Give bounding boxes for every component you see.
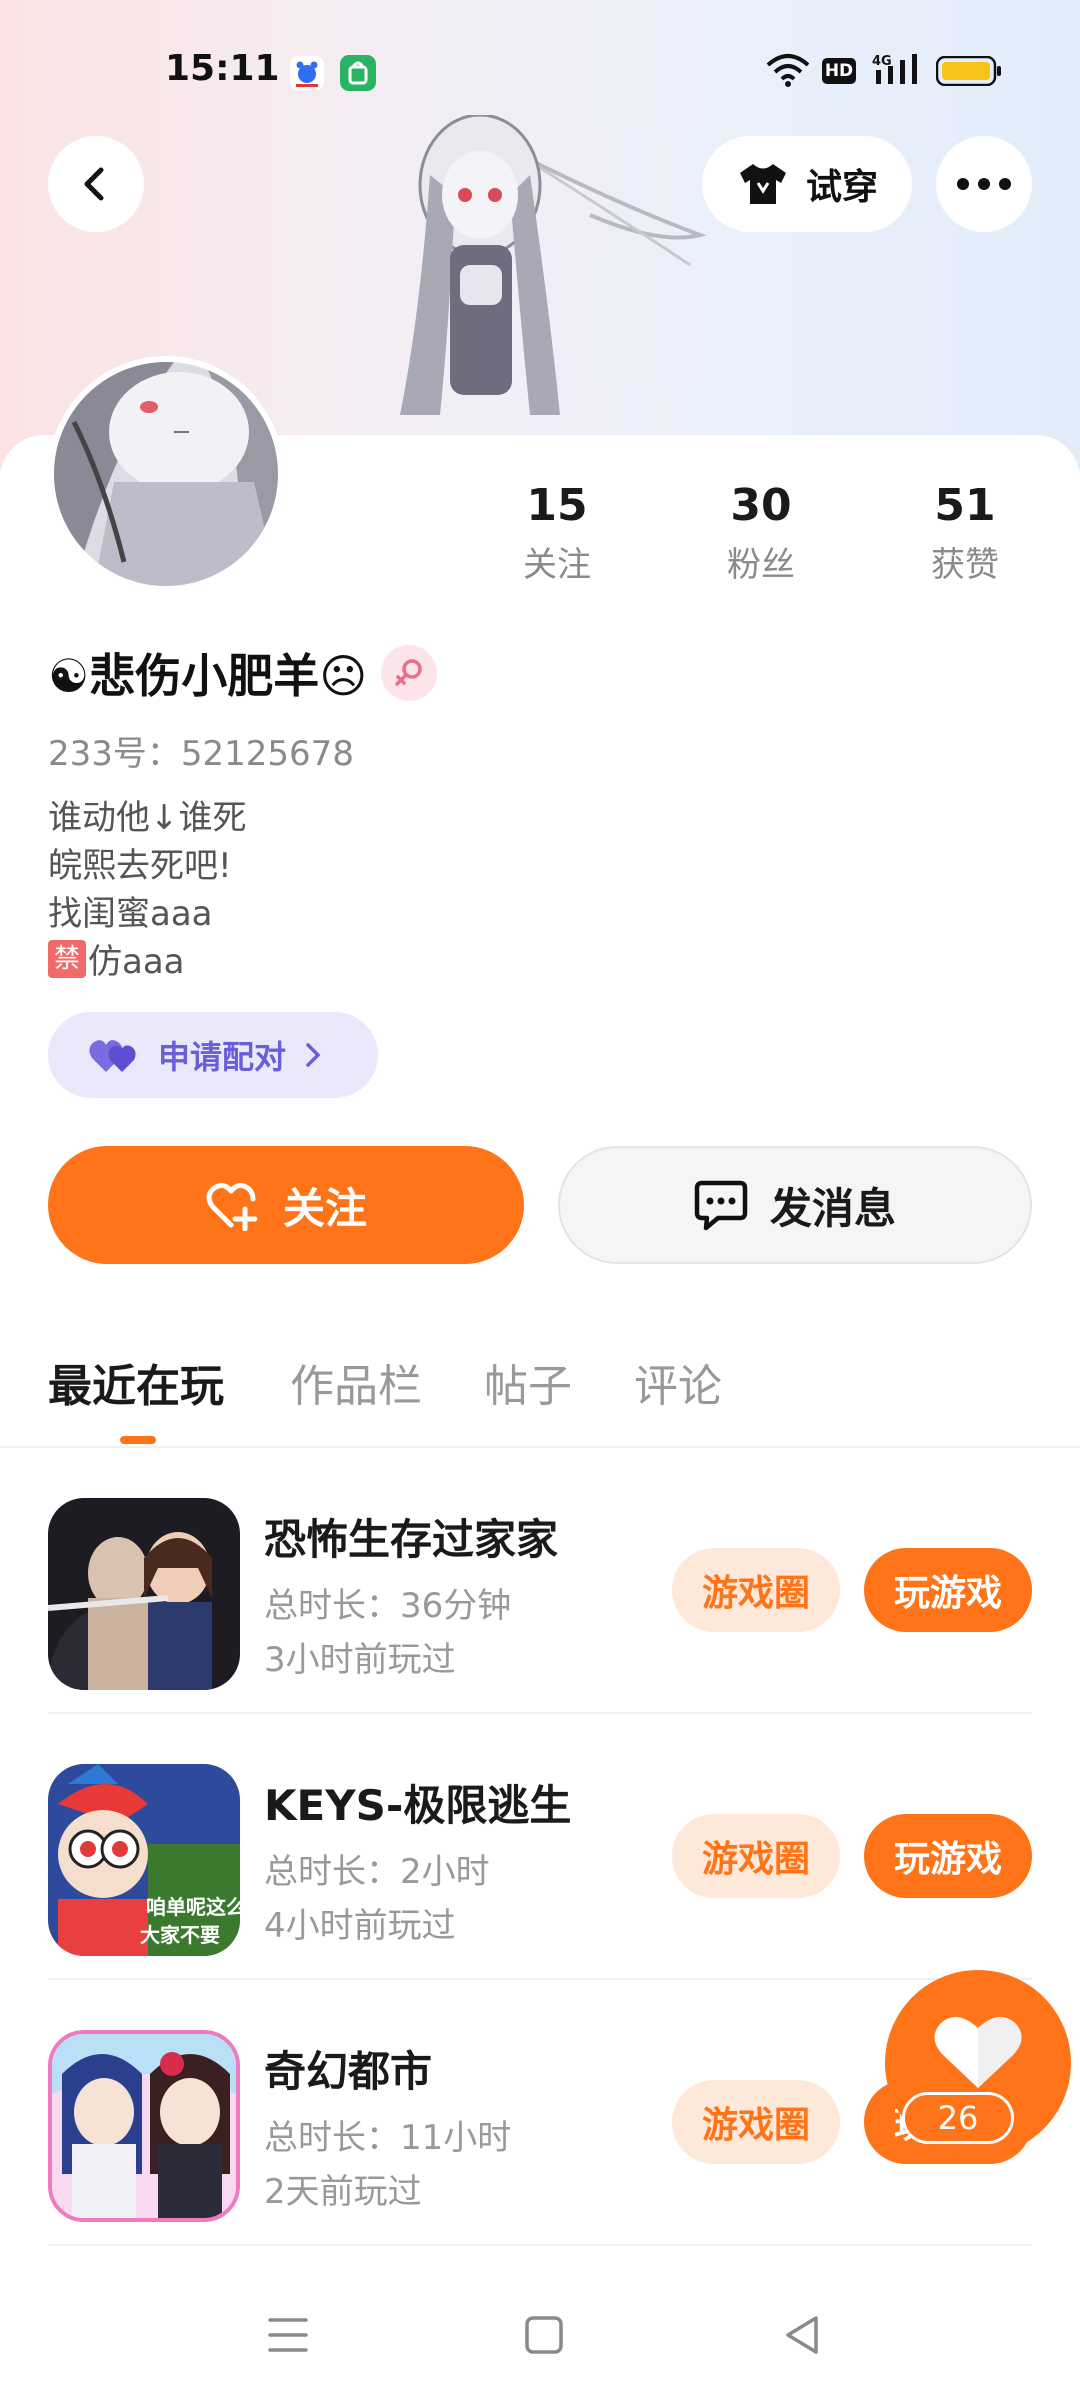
follow-label: 关注 [282, 1183, 367, 1233]
baidu-app-icon [290, 56, 324, 90]
stat-followers-label: 粉丝 [727, 545, 795, 585]
bio-line-4-text: 仿aaa [88, 942, 185, 982]
female-icon [381, 645, 438, 701]
game-last-played: 4小时前玩过 [264, 1906, 456, 1946]
battery-icon [935, 55, 1002, 92]
more-button[interactable] [936, 136, 1032, 232]
wifi-icon [765, 52, 811, 88]
game-row[interactable]: 恐怖生存过家家 总时长：36分钟 3小时前玩过 游戏圈 玩游戏 [48, 1448, 1032, 1714]
tab-comments[interactable]: 评论 [634, 1350, 722, 1414]
system-nav-bar [0, 2270, 1080, 2400]
menu-nav-icon[interactable] [268, 2316, 308, 2354]
game-title: 恐怖生存过家家 [264, 1515, 559, 1564]
avatar[interactable] [54, 362, 278, 586]
game-duration: 总时长：36分钟 [264, 1586, 512, 1626]
bio-line-4: 禁 仿aaa [48, 934, 185, 983]
chat-bubble-icon [694, 1180, 748, 1231]
hd-icon: HD [822, 58, 856, 84]
play-game-button[interactable]: 玩游戏 [864, 1548, 1032, 1632]
game-icon-horror-house[interactable] [48, 1498, 240, 1690]
user-id: 233号：52125678 [48, 734, 354, 774]
match-button[interactable]: 申请配对 [48, 1012, 378, 1098]
tab-posts[interactable]: 帖子 [484, 1350, 572, 1414]
back-nav-icon[interactable] [782, 2314, 822, 2356]
stat-likes-label: 获赞 [931, 545, 999, 585]
stat-following-label: 关注 [523, 545, 591, 585]
game-circle-button[interactable]: 游戏圈 [672, 1548, 840, 1632]
heart-icon [934, 2016, 1022, 2088]
heart-plus-icon [206, 1183, 258, 1231]
try-on-label: 试穿 [805, 167, 878, 208]
character-banner [400, 115, 707, 415]
game-last-played: 3小时前玩过 [264, 1640, 456, 1680]
game-duration: 总时长：2小时 [264, 1852, 490, 1892]
status-time: 15:11 [165, 48, 280, 89]
game-circle-button[interactable]: 游戏圈 [672, 1814, 840, 1898]
stat-following-value: 15 [526, 480, 588, 531]
name-row: ☯悲伤小肥羊☹ [48, 640, 438, 706]
icon-caption-1: 咱单呢这么 [146, 1895, 240, 1919]
prohibited-badge: 禁 [48, 939, 86, 978]
row-divider [48, 2244, 1032, 2246]
game-circle-button[interactable]: 游戏圈 [672, 2080, 840, 2164]
game-icon-fantasy-city[interactable] [48, 2030, 240, 2222]
status-bar: 15:11 HD 4G [0, 0, 1080, 110]
play-game-button[interactable]: 玩游戏 [864, 1814, 1032, 1898]
shopping-app-icon [340, 55, 376, 91]
try-on-button[interactable]: 试穿 [702, 136, 912, 232]
stat-likes-value: 51 [934, 480, 996, 531]
signal-icon: 4G [872, 52, 922, 88]
hearts-icon [89, 1040, 136, 1072]
bio-line-3: 找闺蜜aaa [48, 894, 213, 934]
game-row[interactable]: 咱单呢这么 大家不要 KEYS-极限逃生 总时长：2小时 4小时前玩过 游戏圈 … [48, 1714, 1032, 1980]
game-icon-keys[interactable]: 咱单呢这么 大家不要 [48, 1764, 240, 1956]
bio-line-2: 皖熙去死吧! [48, 846, 232, 886]
message-button[interactable]: 发消息 [558, 1146, 1032, 1264]
follow-button[interactable]: 关注 [48, 1146, 524, 1264]
tab-indicator [120, 1436, 156, 1444]
tshirt-icon [739, 164, 786, 204]
game-last-played: 2天前玩过 [264, 2172, 422, 2212]
stat-following[interactable]: 15 关注 [492, 478, 622, 590]
stat-likes[interactable]: 51 获赞 [900, 478, 1030, 590]
profile-name: ☯悲伤小肥羊☹ [48, 649, 368, 703]
match-label: 申请配对 [158, 1038, 287, 1076]
home-nav-icon[interactable] [524, 2315, 564, 2355]
tab-recently-played[interactable]: 最近在玩 [48, 1350, 224, 1414]
chevron-right-icon [306, 1043, 321, 1067]
icon-caption-2: 大家不要 [140, 1923, 220, 1947]
stat-followers[interactable]: 30 粉丝 [696, 478, 826, 590]
game-row[interactable]: 奇幻都市 总时长：11小时 2天前玩过 游戏圈 玩游戏 [48, 1980, 1032, 2246]
chevron-left-icon [84, 167, 104, 201]
stat-followers-value: 30 [730, 480, 792, 531]
like-count-badge: 26 [902, 2092, 1014, 2144]
game-duration: 总时长：11小时 [264, 2118, 512, 2158]
more-dots-icon [957, 178, 1011, 190]
game-title: KEYS-极限逃生 [264, 1781, 572, 1830]
message-label: 发消息 [769, 1183, 896, 1233]
bio-line-1: 谁动他↓谁死 [48, 798, 247, 838]
back-button[interactable] [48, 136, 144, 232]
game-title: 奇幻都市 [264, 2047, 433, 2096]
tab-works[interactable]: 作品栏 [290, 1350, 422, 1414]
